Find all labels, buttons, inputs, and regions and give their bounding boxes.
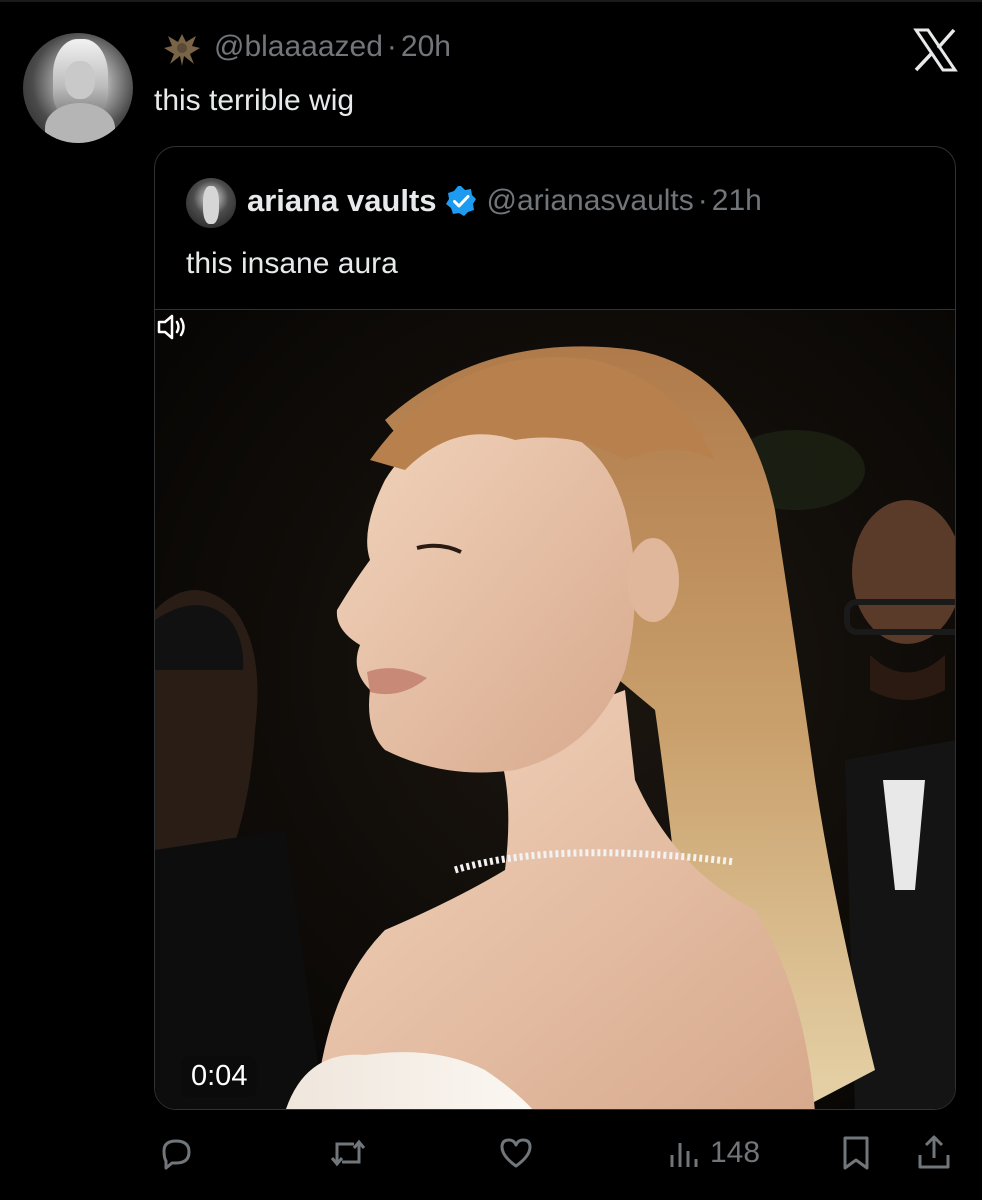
quoted-header: ariana vaults @arianasvaults · 21h xyxy=(247,183,762,219)
quoted-meta: @arianasvaults · 21h xyxy=(487,184,762,218)
quoted-time[interactable]: 21h xyxy=(712,184,762,217)
video-timestamp: 0:04 xyxy=(181,1056,258,1097)
bat-icon xyxy=(164,34,200,66)
volume-icon[interactable] xyxy=(155,310,189,344)
tweet-meta: @blaaaazed · 20h xyxy=(214,30,451,64)
video-player[interactable]: 0:04 xyxy=(155,309,955,1109)
quoted-avatar[interactable] xyxy=(186,178,236,228)
like-icon xyxy=(500,1138,532,1168)
retweet-button[interactable] xyxy=(328,1128,368,1178)
quoted-separator: · xyxy=(697,184,708,217)
avatar[interactable] xyxy=(23,33,133,143)
quoted-name[interactable]: ariana vaults xyxy=(247,183,437,219)
meta-separator: · xyxy=(386,30,397,63)
views-count: 148 xyxy=(710,1136,761,1169)
tweet-text: this terrible wig xyxy=(154,84,355,117)
video-frame xyxy=(155,310,955,1109)
quoted-tweet-card[interactable]: ariana vaults @arianasvaults · 21h this in… xyxy=(154,146,956,1110)
bookmark-button[interactable] xyxy=(836,1128,876,1178)
top-divider xyxy=(0,0,982,2)
like-button[interactable] xyxy=(496,1128,536,1178)
quoted-handle[interactable]: @arianasvaults xyxy=(487,184,694,217)
verified-badge-icon xyxy=(445,186,476,216)
tweet-time[interactable]: 20h xyxy=(401,30,451,63)
quoted-text: this insane aura xyxy=(186,247,398,280)
reply-button[interactable] xyxy=(156,1128,196,1178)
share-icon xyxy=(918,1135,950,1169)
views-icon xyxy=(670,1143,698,1167)
tweet-handle[interactable]: @blaaaazed xyxy=(214,30,383,63)
reply-icon xyxy=(162,1139,191,1170)
bookmark-icon xyxy=(843,1136,869,1170)
x-logo-icon[interactable] xyxy=(912,27,958,73)
retweet-icon xyxy=(330,1139,366,1167)
views-button[interactable]: 148 xyxy=(664,1128,760,1178)
share-button[interactable] xyxy=(914,1128,954,1178)
